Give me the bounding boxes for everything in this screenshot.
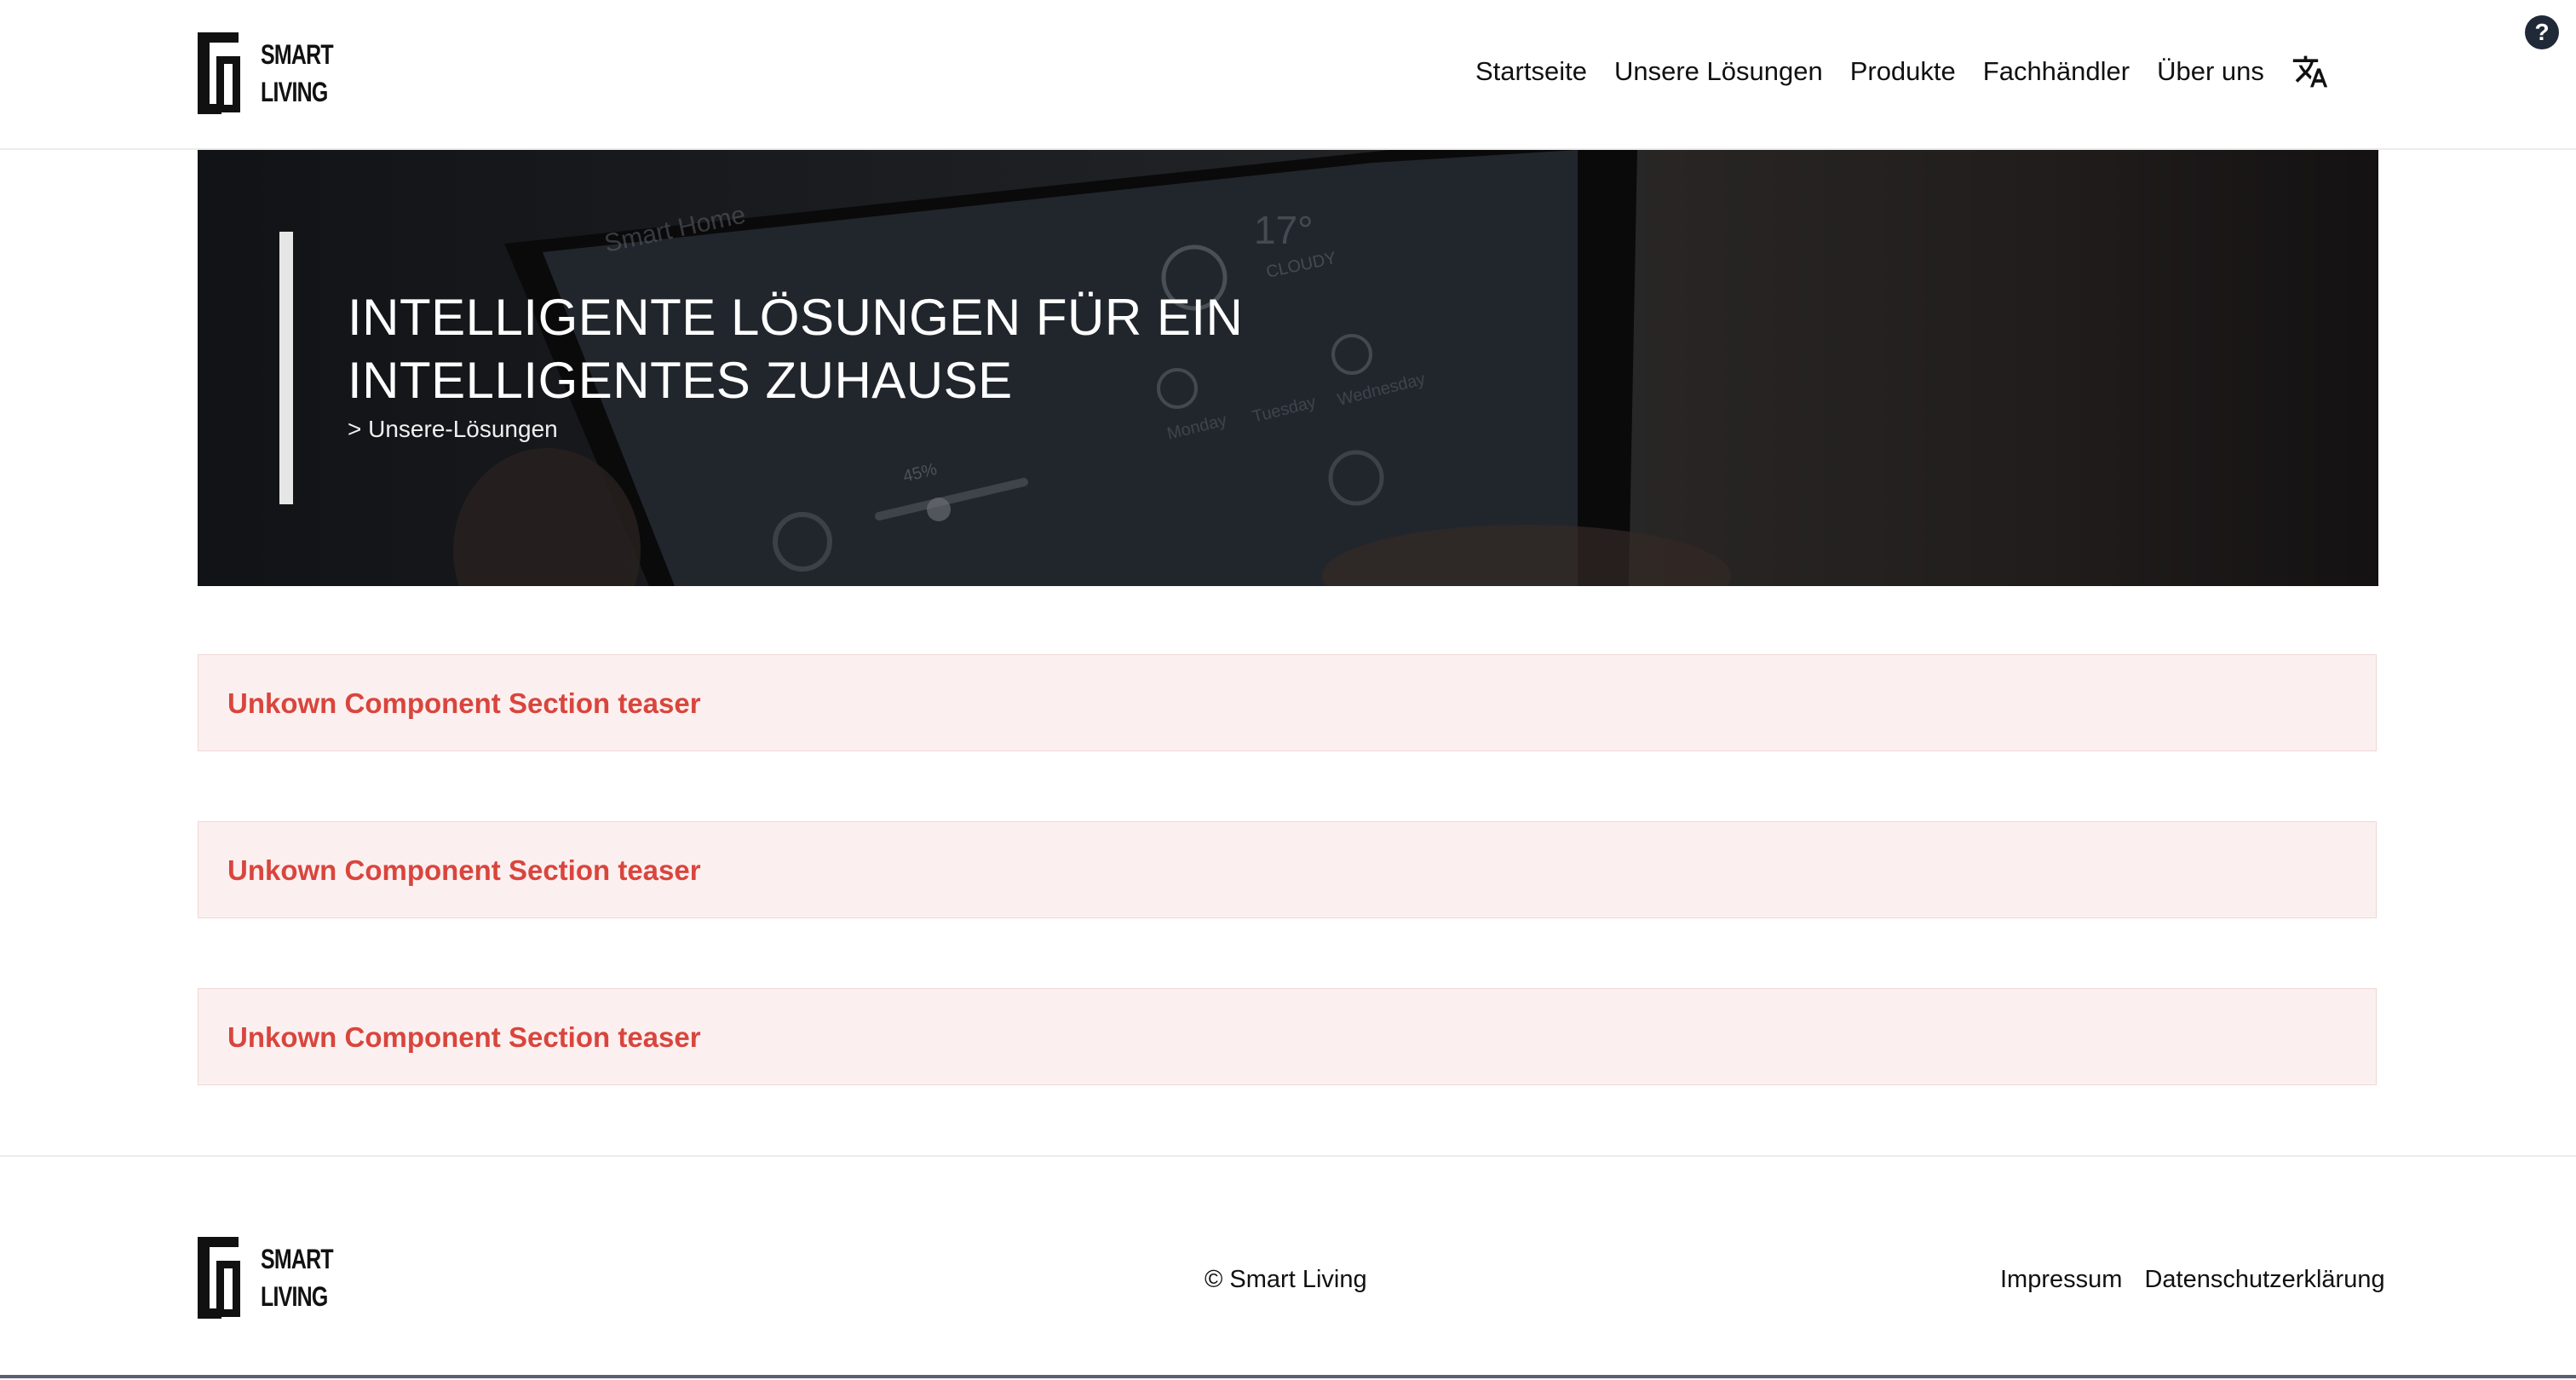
nav-unsere-loesungen[interactable]: Unsere Lösungen: [1614, 56, 1823, 87]
nav-produkte[interactable]: Produkte: [1850, 56, 1956, 87]
help-button[interactable]: ?: [2525, 15, 2559, 49]
help-label: ?: [2534, 19, 2550, 45]
hero-accent-bar: [279, 232, 293, 504]
site-logo[interactable]: SMART LIVING: [198, 32, 354, 114]
hero-banner: Smart Home 17° CLOUDY 45% Monday Tuesday…: [198, 150, 2378, 586]
page-title: INTELLIGENTE LÖSUNGEN FÜR EIN INTELLIGEN…: [348, 289, 1244, 409]
teaser-error-label: Unkown Component Section teaser: [227, 1021, 701, 1053]
breadcrumb[interactable]: > Unsere-Lösungen: [348, 416, 558, 443]
nav-startseite[interactable]: Startseite: [1475, 56, 1587, 87]
footer-link-impressum[interactable]: Impressum: [2000, 1266, 2122, 1293]
logo-mark-icon: [198, 1237, 245, 1319]
teaser-error-label: Unkown Component Section teaser: [227, 687, 701, 719]
logo-text: SMART LIVING: [261, 39, 334, 107]
translate-icon[interactable]: [2291, 53, 2329, 90]
footer-bottom-border: [0, 1375, 2576, 1378]
site-header: SMART LIVING Startseite Unsere Lösungen …: [0, 0, 2576, 150]
footer-link-datenschutz[interactable]: Datenschutzerklärung: [2144, 1266, 2384, 1293]
copyright-text: © Smart Living: [1205, 1266, 1367, 1293]
footer-logo[interactable]: SMART LIVING: [198, 1237, 354, 1319]
nav-ueber-uns[interactable]: Über uns: [2157, 56, 2264, 87]
logo-text: SMART LIVING: [261, 1244, 334, 1312]
teaser-error-label: Unkown Component Section teaser: [227, 854, 701, 886]
teaser-section: Unkown Component Section teaser: [198, 654, 2377, 751]
nav-fachhaendler[interactable]: Fachhändler: [1983, 56, 2130, 87]
logo-mark-icon: [198, 32, 245, 114]
site-footer: SMART LIVING © Smart Living Impressum Da…: [0, 1155, 2576, 1380]
footer-links: Impressum Datenschutzerklärung: [2000, 1266, 2401, 1294]
teaser-section: Unkown Component Section teaser: [198, 988, 2377, 1085]
main-nav: Startseite Unsere Lösungen Produkte Fach…: [1475, 53, 2329, 90]
teaser-section: Unkown Component Section teaser: [198, 821, 2377, 918]
